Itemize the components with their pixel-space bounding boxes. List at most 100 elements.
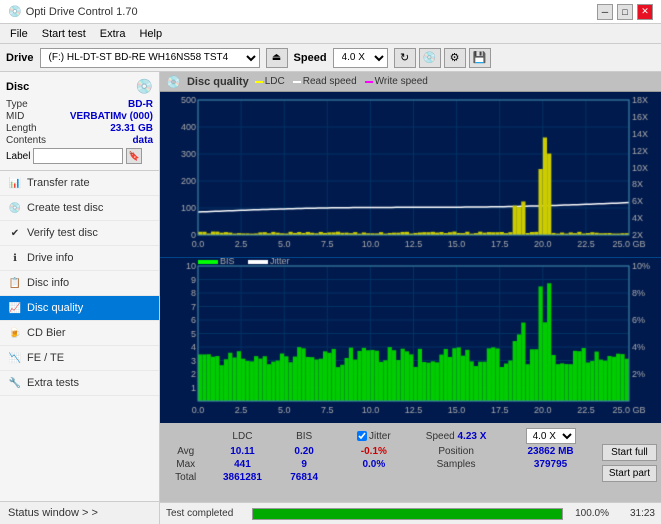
extra-tests-icon: 🔧 — [8, 376, 22, 390]
stats-max-speed-value: 379795 — [507, 458, 594, 471]
stats-bar: LDC BIS Jitter Speed 4.23 X — [160, 422, 661, 502]
disc-type-label: Type — [6, 99, 28, 110]
sidebar-item-drive-info[interactable]: ℹ Drive info — [0, 246, 159, 271]
quality-icon: 💿 — [166, 75, 181, 89]
chart-top — [160, 92, 661, 258]
stats-max-speed-label: Samples — [405, 458, 507, 471]
sidebar-item-transfer-rate[interactable]: 📊 Transfer rate — [0, 171, 159, 196]
drive-label: Drive — [6, 52, 34, 64]
col-header-ldc: LDC — [207, 427, 277, 445]
stats-max-jitter: 0.0% — [343, 458, 405, 471]
sidebar-item-create-test-disc[interactable]: 💿 Create test disc — [0, 196, 159, 221]
col-header-bis: BIS — [277, 427, 330, 445]
cd-bier-icon: 🍺 — [8, 326, 22, 340]
refresh-button[interactable]: ↻ — [394, 48, 416, 68]
eject-button[interactable]: ⏏ — [266, 48, 288, 68]
write-speed-color — [365, 81, 373, 83]
create-test-disc-icon: 💿 — [8, 201, 22, 215]
sidebar-item-cd-bier[interactable]: 🍺 CD Bier — [0, 321, 159, 346]
disc-button[interactable]: 💿 — [419, 48, 441, 68]
save-button[interactable]: 💾 — [469, 48, 491, 68]
menu-file[interactable]: File — [4, 27, 34, 41]
col-header-jitter: Jitter — [343, 427, 405, 445]
sidebar-label-extra-tests: Extra tests — [27, 377, 79, 389]
status-window-label: Status window > > — [8, 507, 98, 519]
quality-header: 💿 Disc quality LDC Read speed Write spee… — [160, 72, 661, 92]
stats-avg-ldc: 10.11 — [207, 445, 277, 458]
disc-label-save-button[interactable]: 🔖 — [126, 148, 142, 164]
sidebar-nav: 📊 Transfer rate 💿 Create test disc ✔ Ver… — [0, 171, 159, 501]
sidebar-item-fe-te[interactable]: 📉 FE / TE — [0, 346, 159, 371]
stats-speed-select[interactable]: 4.0 X — [526, 428, 576, 444]
menu-extra[interactable]: Extra — [94, 27, 132, 41]
sidebar-item-disc-quality[interactable]: 📈 Disc quality — [0, 296, 159, 321]
status-window-button[interactable]: Status window > > — [0, 501, 159, 524]
legend-write-speed: Write speed — [365, 76, 428, 87]
disc-info-icon: 📋 — [8, 276, 22, 290]
verify-test-disc-icon: ✔ — [8, 226, 22, 240]
drive-bar: Drive (F:) HL-DT-ST BD-RE WH16NS58 TST4 … — [0, 44, 661, 72]
stats-avg-speed-value: 23862 MB — [507, 445, 594, 458]
col-header-empty — [164, 427, 207, 445]
col-header-speed-select: 4.0 X — [507, 427, 594, 445]
sidebar-label-disc-quality: Disc quality — [27, 302, 83, 314]
progress-bar-outer — [252, 508, 563, 520]
legend-read-speed: Read speed — [293, 76, 357, 87]
drive-icons: ↻ 💿 ⚙ 💾 — [394, 48, 491, 68]
stats-row-avg: Avg 10.11 0.20 -0.1% Position 23862 MB — [164, 445, 594, 458]
disc-type-row: Type BD-R — [6, 99, 153, 110]
disc-mid-label: MID — [6, 111, 24, 122]
progress-time: 31:23 — [615, 508, 655, 519]
start-full-button[interactable]: Start full — [602, 444, 657, 461]
sidebar-item-disc-info[interactable]: 📋 Disc info — [0, 271, 159, 296]
legend-ldc-label: LDC — [265, 76, 285, 87]
stats-max-bis: 9 — [277, 458, 330, 471]
drive-select[interactable]: (F:) HL-DT-ST BD-RE WH16NS58 TST4 — [40, 48, 260, 68]
main-layout: Disc 💿 Type BD-R MID VERBATIMv (000) Len… — [0, 72, 661, 524]
disc-info-panel: Disc 💿 Type BD-R MID VERBATIMv (000) Len… — [0, 72, 159, 171]
progress-percentage: 100.0% — [569, 508, 609, 519]
minimize-button[interactable]: ─ — [597, 4, 613, 20]
sidebar-label-transfer-rate: Transfer rate — [27, 177, 90, 189]
sidebar: Disc 💿 Type BD-R MID VERBATIMv (000) Len… — [0, 72, 160, 524]
chart-bottom-canvas — [160, 258, 661, 423]
legend-ldc: LDC — [255, 76, 285, 87]
quality-title: Disc quality — [187, 76, 249, 88]
chart-top-canvas — [160, 92, 661, 257]
stats-avg-bis: 0.20 — [277, 445, 330, 458]
settings-button[interactable]: ⚙ — [444, 48, 466, 68]
stats-total-ldc: 3861281 — [207, 471, 277, 484]
ldc-color — [255, 81, 263, 83]
charts — [160, 92, 661, 422]
sidebar-item-extra-tests[interactable]: 🔧 Extra tests — [0, 371, 159, 396]
close-button[interactable]: ✕ — [637, 4, 653, 20]
disc-header: Disc 💿 — [6, 78, 153, 95]
stats-avg-speed-label: Position — [405, 445, 507, 458]
stats-row-max: Max 441 9 0.0% Samples 379795 — [164, 458, 594, 471]
sidebar-item-verify-test-disc[interactable]: ✔ Verify test disc — [0, 221, 159, 246]
legend-write-speed-label: Write speed — [375, 76, 428, 87]
app-title: Opti Drive Control 1.70 — [26, 6, 138, 18]
speed-label: Speed — [294, 52, 327, 64]
action-buttons: Start full Start part — [598, 423, 661, 502]
speed-select[interactable]: 4.0 X 8.0 X — [333, 48, 388, 68]
stats-avg-jitter: -0.1% — [343, 445, 405, 458]
disc-contents-value: data — [132, 135, 153, 146]
title-bar-buttons: ─ □ ✕ — [597, 4, 653, 20]
stats-max-ldc: 441 — [207, 458, 277, 471]
content-area: 💿 Disc quality LDC Read speed Write spee… — [160, 72, 661, 524]
col-header-speed: Speed 4.23 X — [405, 427, 507, 445]
menu-help[interactable]: Help — [133, 27, 168, 41]
disc-section-title: Disc — [6, 81, 29, 93]
disc-mid-value: VERBATIMv (000) — [70, 111, 153, 122]
disc-label-input[interactable] — [33, 148, 123, 164]
disc-label-label: Label — [6, 151, 30, 162]
start-part-button[interactable]: Start part — [602, 465, 657, 482]
disc-contents-row: Contents data — [6, 135, 153, 146]
maximize-button[interactable]: □ — [617, 4, 633, 20]
menu-bar: File Start test Extra Help — [0, 24, 661, 44]
menu-start-test[interactable]: Start test — [36, 27, 92, 41]
transfer-rate-icon: 📊 — [8, 176, 22, 190]
jitter-label: Jitter — [369, 431, 391, 442]
jitter-checkbox[interactable] — [357, 431, 367, 441]
